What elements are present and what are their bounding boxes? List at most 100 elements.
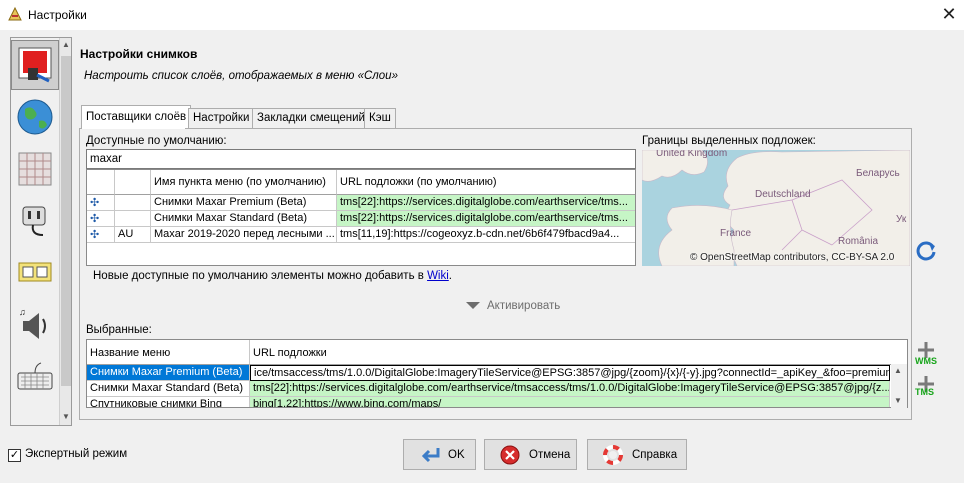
table-row[interactable]: Снимки Maxar Premium (Beta) ice/tmsacces… xyxy=(87,365,907,381)
tab-imagery-providers[interactable]: Поставщики слоёв xyxy=(81,105,192,129)
wiki-hint-text: Новые доступные по умолчанию элементы мо… xyxy=(93,270,428,282)
tile-source-icon: ✣ xyxy=(87,211,115,227)
page-subtitle: Настроить список слоёв, отображаемых в м… xyxy=(84,70,398,82)
table-row[interactable]: ✣ Снимки Maxar Standard (Beta) tms[22]:h… xyxy=(87,211,635,227)
table-row[interactable]: Снимки Maxar Standard (Beta) tms[22]:htt… xyxy=(87,381,907,397)
tile-source-icon: ✣ xyxy=(87,227,115,243)
paint-preferences-icon xyxy=(18,47,52,83)
menu-name-cell: Снимки Maxar Standard (Beta) xyxy=(87,381,250,397)
svg-text:♫: ♫ xyxy=(19,307,26,317)
sidebar-item-connection[interactable] xyxy=(11,196,59,246)
expert-mode-checkbox[interactable]: ✓ xyxy=(8,449,21,462)
country-cell xyxy=(115,195,151,211)
plug-connection-icon xyxy=(22,206,46,236)
audio-speaker-icon: ♫ xyxy=(19,307,46,339)
country-cell: AU xyxy=(115,227,151,243)
title-bar xyxy=(0,0,964,30)
add-wms-button[interactable]: WMS xyxy=(914,340,938,370)
menu-name-cell[interactable]: Снимки Maxar Premium (Beta) xyxy=(87,365,250,381)
imagery-bounds-map[interactable]: United Kingdom Deutschland France Белару… xyxy=(642,150,910,266)
tab-cache[interactable]: Кэш xyxy=(364,108,396,128)
sidebar-item-map[interactable] xyxy=(11,92,59,142)
sidebar-item-projection[interactable] xyxy=(11,144,59,194)
url-edit-field[interactable]: ice/tmsaccess/tms/1.0.0/DigitalGlobe:Ima… xyxy=(250,365,890,381)
map-label-uk: United Kingdom xyxy=(656,150,727,159)
globe-icon xyxy=(17,99,53,135)
page-title: Настройки снимков xyxy=(80,47,198,61)
scroll-down-icon[interactable]: ▼ xyxy=(894,396,902,405)
url-cell: bing[1,22]:https://www.bing.com/maps/ xyxy=(250,397,890,407)
activate-label: Активировать xyxy=(487,300,561,312)
url-cell: tms[22]:https://services.digitalglobe.co… xyxy=(337,211,635,227)
column-header-url[interactable]: URL подложки (по умолчанию) xyxy=(337,170,635,195)
wiki-hint-suffix: . xyxy=(448,270,452,282)
add-wms-label: WMS xyxy=(915,356,937,366)
table-row[interactable]: ✣ Снимки Maxar Premium (Beta) tms[22]:ht… xyxy=(87,195,635,211)
column-header-menu-name[interactable]: Имя пункта меню (по умолчанию) xyxy=(151,170,337,195)
grid-projection-icon xyxy=(18,152,52,186)
map-label-belarus: Беларусь xyxy=(856,168,900,179)
refresh-icon[interactable] xyxy=(914,238,938,262)
lifebuoy-help-icon xyxy=(602,444,624,466)
table-row[interactable]: Спутниковые снимки Bing bing[1,22]:https… xyxy=(87,397,907,407)
tab-settings[interactable]: Настройки xyxy=(188,108,255,128)
column-header-url[interactable]: URL подложки xyxy=(250,340,907,365)
table-header: Имя пункта меню (по умолчанию) URL подло… xyxy=(87,170,635,195)
url-cell: tms[11,19]:https://cogeoxyz.b-cdn.net/6b… xyxy=(337,227,635,243)
scroll-up-icon[interactable]: ▲ xyxy=(894,366,902,375)
sidebar-scrollbar[interactable]: ▲ ▼ xyxy=(59,38,71,425)
tile-source-icon: ✣ xyxy=(87,195,115,211)
selected-table[interactable]: Название меню URL подложки Снимки Maxar … xyxy=(86,339,908,408)
sidebar-item-shortcuts[interactable] xyxy=(11,352,59,402)
wiki-link[interactable]: Wiki xyxy=(427,270,449,282)
folder-panels-icon xyxy=(18,262,52,282)
help-label: Справка xyxy=(632,448,678,461)
scroll-up-icon[interactable]: ▲ xyxy=(60,38,71,52)
cancel-button[interactable]: Отмена xyxy=(484,439,577,470)
column-header-country[interactable] xyxy=(115,170,151,195)
map-label-germany: Deutschland xyxy=(755,189,811,200)
ok-label: OK xyxy=(448,448,465,461)
map-label-ukraine: Ук xyxy=(896,214,907,225)
menu-name-cell: Maxar 2019-2020 перед лесными ... xyxy=(151,227,337,243)
keyboard-icon xyxy=(17,362,53,390)
help-button[interactable]: Справка xyxy=(587,439,687,470)
map-label-romania: România xyxy=(838,236,878,247)
table-row[interactable]: ✣ AU Maxar 2019-2020 перед лесными ... t… xyxy=(87,227,635,243)
map-attribution[interactable]: © OpenStreetMap contributors, CC-BY-SA 2… xyxy=(690,252,894,263)
active-tab-join xyxy=(82,127,185,129)
activate-button[interactable]: Активировать xyxy=(466,300,560,312)
menu-name-cell: Спутниковые снимки Bing xyxy=(87,397,250,407)
menu-name-cell: Снимки Maxar Standard (Beta) xyxy=(151,211,337,227)
window-title: Настройки xyxy=(28,8,87,22)
url-cell: tms[22]:https://services.digitalglobe.co… xyxy=(250,381,890,397)
bounds-label: Границы выделенных подложек: xyxy=(642,135,816,147)
wiki-hint: Новые доступные по умолчанию элементы мо… xyxy=(93,270,452,282)
url-cell: tms[22]:https://services.digitalglobe.co… xyxy=(337,195,635,211)
cancel-icon xyxy=(499,444,521,466)
available-label: Доступные по умолчанию: xyxy=(86,135,227,147)
sidebar-item-toolbar[interactable] xyxy=(11,248,59,298)
scroll-down-icon[interactable]: ▼ xyxy=(60,410,71,424)
scrollbar-thumb[interactable] xyxy=(61,56,71,386)
cancel-label: Отмена xyxy=(529,448,571,461)
map-label-france: France xyxy=(720,228,752,239)
column-header-menu-name[interactable]: Название меню xyxy=(87,340,250,365)
selected-table-scrollbar[interactable]: ▲ ▼ xyxy=(891,364,907,408)
add-tms-button[interactable]: TMS xyxy=(914,374,938,404)
available-table[interactable]: Имя пункта меню (по умолчанию) URL подло… xyxy=(86,169,636,266)
tab-offset-bookmarks[interactable]: Закладки смещений xyxy=(252,108,370,128)
menu-name-cell: Снимки Maxar Premium (Beta) xyxy=(151,195,337,211)
ok-button[interactable]: OK xyxy=(403,439,476,470)
ok-icon xyxy=(418,444,440,466)
josm-app-icon xyxy=(7,6,23,22)
sidebar-item-audio[interactable]: ♫ xyxy=(11,300,59,350)
country-cell xyxy=(115,211,151,227)
close-icon[interactable]: ✕ xyxy=(938,3,960,25)
selected-label: Выбранные: xyxy=(86,324,152,336)
add-tms-label: TMS xyxy=(915,387,934,397)
sidebar-item-imagery[interactable] xyxy=(11,40,59,90)
column-header-icon[interactable] xyxy=(87,170,115,195)
available-filter-input[interactable] xyxy=(86,149,636,169)
expert-mode-label: Экспертный режим xyxy=(25,448,128,460)
